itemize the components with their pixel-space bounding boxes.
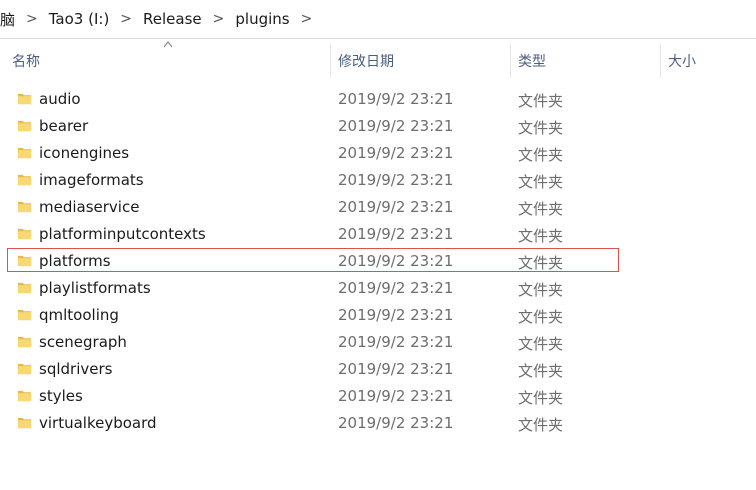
list-item[interactable]: mediaservice 2019/9/2 23:21 文件夹 (0, 194, 756, 221)
folder-icon (17, 145, 32, 160)
modified-date: 2019/9/2 23:21 (338, 279, 454, 297)
column-header-type-label: 类型 (518, 54, 546, 70)
column-header-type[interactable]: 类型 (510, 44, 660, 78)
folder-icon (17, 253, 32, 268)
file-name: sqldrivers (39, 360, 113, 378)
folder-icon (17, 91, 32, 106)
chevron-right-icon[interactable]: > (206, 11, 232, 27)
list-item[interactable]: sqldrivers 2019/9/2 23:21 文件夹 (0, 356, 756, 383)
folder-icon (17, 361, 32, 376)
file-name: iconengines (39, 144, 130, 162)
modified-date: 2019/9/2 23:21 (338, 252, 454, 270)
column-header-name[interactable]: 名称 (4, 44, 330, 78)
folder-icon (17, 415, 32, 430)
file-name: platforminputcontexts (39, 225, 206, 243)
folder-icon (17, 307, 32, 322)
breadcrumb-item-this-pc[interactable]: 脑 (0, 9, 19, 30)
modified-date: 2019/9/2 23:21 (338, 117, 454, 135)
file-list: audio 2019/9/2 23:21 文件夹 bearer 2019/9/2 23:… (0, 86, 756, 437)
file-name: bearer (39, 117, 89, 135)
file-explorer-window: 脑 > Tao3 (I:) > Release > plugins > 名称 修… (0, 0, 756, 490)
file-type: 文件夹 (518, 362, 564, 380)
file-name: styles (39, 387, 83, 405)
folder-icon (17, 334, 32, 349)
file-name: audio (39, 90, 81, 108)
folder-icon (17, 172, 32, 187)
file-type: 文件夹 (518, 254, 564, 272)
breadcrumb: 脑 > Tao3 (I:) > Release > plugins > (0, 0, 756, 39)
chevron-right-icon[interactable]: > (294, 11, 320, 27)
chevron-right-icon[interactable]: > (113, 11, 139, 27)
column-header-name-label: 名称 (12, 54, 40, 70)
file-type: 文件夹 (518, 389, 564, 407)
file-type: 文件夹 (518, 335, 564, 353)
file-name: platforms (39, 252, 111, 270)
breadcrumb-item-release[interactable]: Release (139, 10, 206, 28)
list-item[interactable]: qmltooling 2019/9/2 23:21 文件夹 (0, 302, 756, 329)
modified-date: 2019/9/2 23:21 (338, 414, 454, 432)
breadcrumb-item-drive[interactable]: Tao3 (I:) (45, 10, 114, 28)
modified-date: 2019/9/2 23:21 (338, 306, 454, 324)
breadcrumb-item-plugins[interactable]: plugins (231, 10, 293, 28)
file-name: qmltooling (39, 306, 119, 324)
column-header-size[interactable]: 大小 (660, 44, 756, 78)
folder-icon (17, 280, 32, 295)
modified-date: 2019/9/2 23:21 (338, 171, 454, 189)
modified-date: 2019/9/2 23:21 (338, 198, 454, 216)
list-item[interactable]: scenegraph 2019/9/2 23:21 文件夹 (0, 329, 756, 356)
file-type: 文件夹 (518, 308, 564, 326)
file-type: 文件夹 (518, 200, 564, 218)
modified-date: 2019/9/2 23:21 (338, 225, 454, 243)
file-type: 文件夹 (518, 173, 564, 191)
folder-icon (17, 226, 32, 241)
column-header-size-label: 大小 (668, 54, 696, 70)
file-type: 文件夹 (518, 119, 564, 137)
list-item[interactable]: styles 2019/9/2 23:21 文件夹 (0, 383, 756, 410)
modified-date: 2019/9/2 23:21 (338, 387, 454, 405)
file-type: 文件夹 (518, 416, 564, 434)
modified-date: 2019/9/2 23:21 (338, 90, 454, 108)
file-type: 文件夹 (518, 92, 564, 110)
file-name: playlistformats (39, 279, 151, 297)
list-item[interactable]: audio 2019/9/2 23:21 文件夹 (0, 86, 756, 113)
list-item[interactable]: imageformats 2019/9/2 23:21 文件夹 (0, 167, 756, 194)
list-item[interactable]: platforms 2019/9/2 23:21 文件夹 (0, 248, 756, 275)
folder-icon (17, 388, 32, 403)
column-header-date[interactable]: 修改日期 (330, 44, 510, 78)
modified-date: 2019/9/2 23:21 (338, 360, 454, 378)
file-name: mediaservice (39, 198, 140, 216)
modified-date: 2019/9/2 23:21 (338, 144, 454, 162)
chevron-right-icon[interactable]: > (19, 11, 45, 27)
file-type: 文件夹 (518, 281, 564, 299)
folder-icon (17, 118, 32, 133)
list-item[interactable]: virtualkeyboard 2019/9/2 23:21 文件夹 (0, 410, 756, 437)
file-name: virtualkeyboard (39, 414, 157, 432)
folder-icon (17, 199, 32, 214)
modified-date: 2019/9/2 23:21 (338, 333, 454, 351)
list-item[interactable]: iconengines 2019/9/2 23:21 文件夹 (0, 140, 756, 167)
file-type: 文件夹 (518, 227, 564, 245)
file-name: scenegraph (39, 333, 127, 351)
column-header-date-label: 修改日期 (338, 54, 394, 70)
list-item[interactable]: bearer 2019/9/2 23:21 文件夹 (0, 113, 756, 140)
file-type: 文件夹 (518, 146, 564, 164)
list-item[interactable]: platforminputcontexts 2019/9/2 23:21 文件夹 (0, 221, 756, 248)
list-item[interactable]: playlistformats 2019/9/2 23:21 文件夹 (0, 275, 756, 302)
file-name: imageformats (39, 171, 144, 189)
